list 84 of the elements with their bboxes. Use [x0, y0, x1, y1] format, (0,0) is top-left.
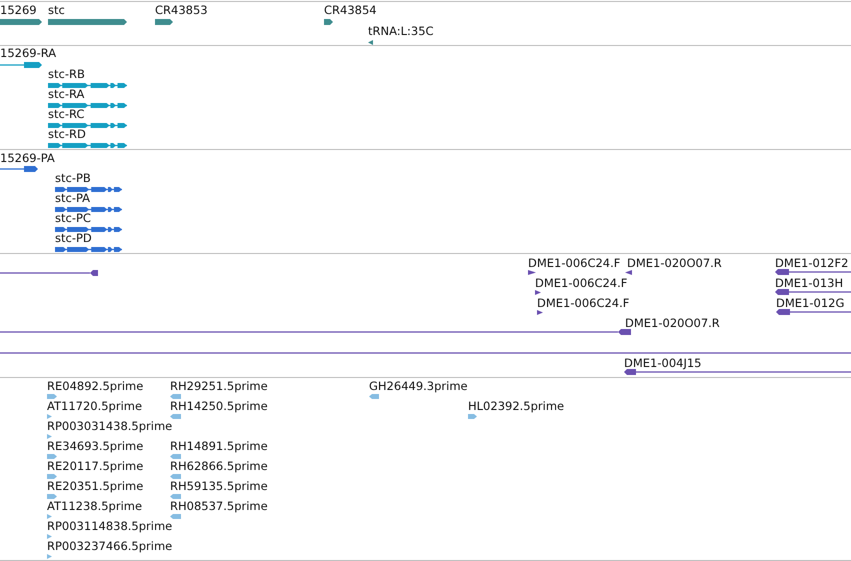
- protein-glyph[interactable]: [0, 166, 38, 172]
- feature-label: RE20351.5prime: [47, 479, 144, 493]
- est-glyph[interactable]: [369, 394, 379, 398]
- clone-glyph[interactable]: [0, 270, 98, 276]
- feature-label: stc: [48, 3, 65, 17]
- feature-label: DME1-006C24.F: [537, 296, 630, 310]
- transcript-glyph[interactable]: [48, 122, 127, 128]
- feature-label: GH26449.3prime: [369, 379, 468, 393]
- feature-label: RE34693.5prime: [47, 439, 144, 453]
- feature-label: DME1-020O07.R: [627, 256, 722, 270]
- feature-label: 15269-RA: [0, 46, 56, 60]
- feature-label: RH14891.5prime: [170, 439, 268, 453]
- feature-label: 15269: [0, 3, 37, 17]
- feature-label: CR43853: [155, 3, 208, 17]
- feature-label: AT11720.5prime: [47, 399, 142, 413]
- feature-label: stc-PB: [55, 171, 91, 185]
- transcript-glyph[interactable]: [48, 102, 127, 108]
- feature-label: stc-PD: [55, 231, 92, 245]
- feature-label: CR43854: [324, 3, 377, 17]
- est-glyph[interactable]: [170, 494, 181, 498]
- clone-glyph[interactable]: [535, 290, 541, 294]
- est-glyph[interactable]: [47, 454, 57, 458]
- feature-label: stc-RB: [48, 67, 85, 81]
- feature-label: stc-RC: [48, 107, 84, 121]
- feature-label: DME1-013H: [775, 276, 844, 290]
- est-glyph[interactable]: [47, 434, 52, 438]
- clone-glyph[interactable]: [0, 329, 631, 335]
- est-glyph[interactable]: [47, 554, 52, 558]
- feature-label: stc-RD: [48, 127, 86, 141]
- gene-glyph[interactable]: [48, 18, 127, 24]
- est-glyph[interactable]: [47, 494, 57, 498]
- feature-label: RP003237466.5prime: [47, 539, 172, 553]
- feature-label: DME1-006C24.F: [535, 276, 628, 290]
- feature-label: RP003114838.5prime: [47, 519, 172, 533]
- feature-label: DME1-012G: [776, 296, 844, 310]
- est-glyph[interactable]: [47, 514, 52, 518]
- clone-glyph[interactable]: [625, 270, 632, 274]
- protein-glyph[interactable]: [55, 206, 122, 212]
- clone-glyph[interactable]: [624, 369, 851, 375]
- gene-glyph[interactable]: [324, 18, 333, 24]
- est-glyph[interactable]: [468, 414, 477, 418]
- feature-label: 15269-PA: [0, 151, 55, 165]
- feature-label: DME1-006C24.F: [528, 256, 620, 270]
- est-glyph[interactable]: [47, 394, 57, 398]
- feature-label: DME1-012F2: [775, 256, 848, 270]
- clone-glyph[interactable]: [775, 269, 851, 275]
- feature-label: RH59135.5prime: [170, 479, 268, 493]
- clone-glyph[interactable]: [776, 309, 851, 315]
- est-glyph[interactable]: [170, 474, 181, 478]
- clone-glyph[interactable]: [528, 270, 536, 274]
- protein-glyph[interactable]: [55, 226, 122, 232]
- transcript-glyph[interactable]: [0, 62, 42, 68]
- est-glyph[interactable]: [170, 454, 181, 458]
- feature-label: stc-PA: [55, 191, 90, 205]
- transcript-glyph[interactable]: [48, 142, 127, 148]
- est-glyph[interactable]: [170, 414, 181, 418]
- feature-label: tRNA:L:35C: [368, 24, 434, 38]
- clone-glyph[interactable]: [537, 310, 543, 314]
- gene-glyph[interactable]: [368, 40, 373, 44]
- feature-label: RH14250.5prime: [170, 399, 268, 413]
- protein-glyph[interactable]: [55, 186, 122, 192]
- est-glyph[interactable]: [47, 534, 52, 538]
- feature-label: AT11238.5prime: [47, 499, 142, 513]
- feature-label: RH62866.5prime: [170, 459, 268, 473]
- est-glyph[interactable]: [170, 394, 181, 398]
- est-glyph[interactable]: [170, 514, 181, 518]
- feature-label: HL02392.5prime: [468, 399, 564, 413]
- feature-label: stc-RA: [48, 87, 84, 101]
- transcript-glyph[interactable]: [48, 82, 127, 88]
- clone-glyph[interactable]: [775, 289, 851, 295]
- est-glyph[interactable]: [47, 414, 52, 418]
- feature-label: RE20117.5prime: [47, 459, 144, 473]
- est-glyph[interactable]: [47, 474, 57, 478]
- gene-glyph[interactable]: [155, 18, 173, 24]
- feature-label: stc-PC: [55, 211, 91, 225]
- protein-glyph[interactable]: [55, 246, 122, 252]
- feature-label: DME1-020O07.R: [625, 316, 720, 330]
- feature-label: RH08537.5prime: [170, 499, 268, 513]
- clone-glyph[interactable]: [0, 350, 851, 356]
- feature-label: DME1-004J15: [624, 356, 702, 370]
- gene-glyph[interactable]: [0, 18, 42, 24]
- feature-label: RE04892.5prime: [47, 379, 144, 393]
- feature-label: RH29251.5prime: [170, 379, 268, 393]
- feature-label: RP003031438.5prime: [47, 419, 172, 433]
